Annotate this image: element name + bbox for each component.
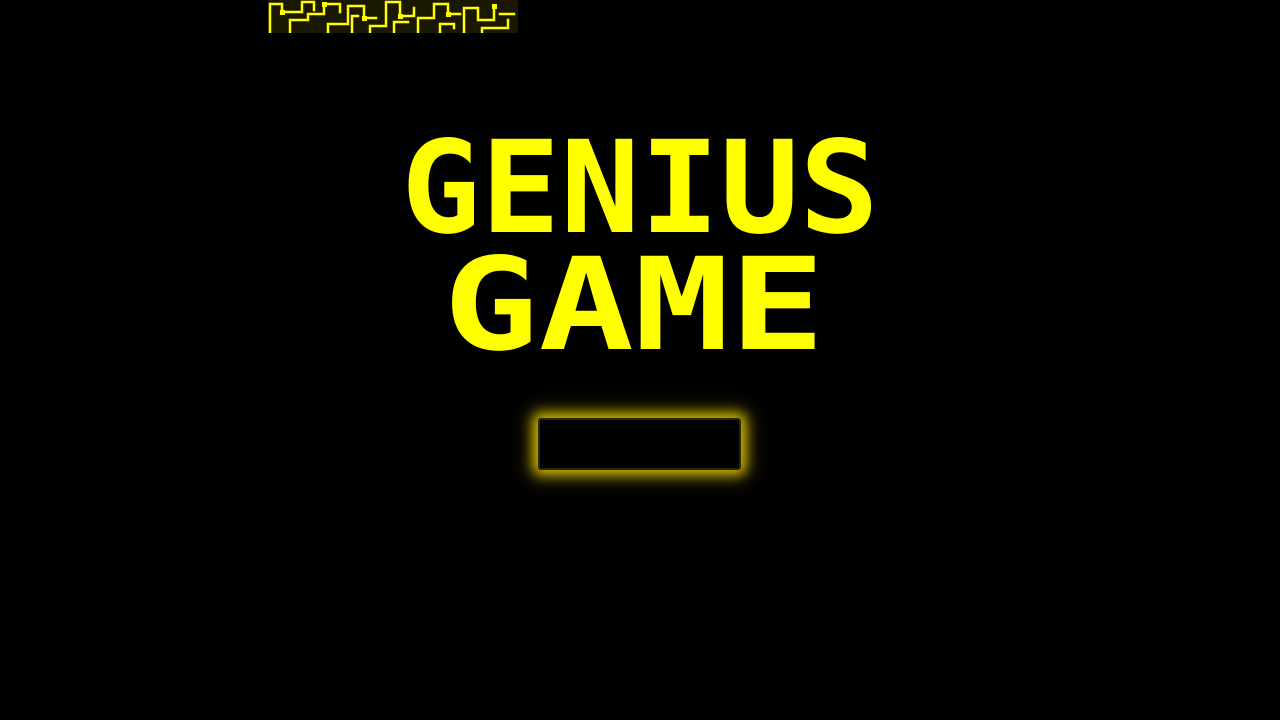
game-title: GENIUS GAME xyxy=(0,0,1280,720)
start-button[interactable] xyxy=(538,418,741,470)
game-screen: GENIUS GAME xyxy=(0,0,1280,720)
title-line-2: GAME xyxy=(443,231,825,380)
